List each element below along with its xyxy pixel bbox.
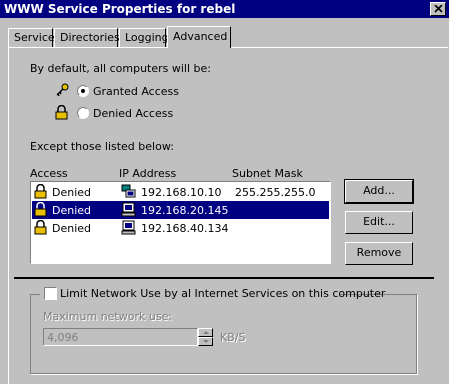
- granted-access-radio[interactable]: [77, 85, 89, 97]
- denied-access-radio[interactable]: [77, 107, 89, 119]
- spin-down-button[interactable]: [198, 337, 213, 346]
- ip-cell: 192.168.10.10: [141, 186, 222, 199]
- limit-network-label[interactable]: Limit Network Use by al Internet Service…: [60, 287, 385, 300]
- remove-button[interactable]: Remove: [345, 242, 413, 265]
- edit-button[interactable]: Edit...: [345, 211, 413, 234]
- column-header-subnet-mask[interactable]: Subnet Mask: [232, 167, 303, 180]
- max-network-input[interactable]: 4,096: [43, 328, 198, 346]
- list-item[interactable]: Denied 192.168.40.134: [32, 219, 329, 237]
- access-cell: Denied: [52, 222, 92, 235]
- window-title: WWW Service Properties for rebel: [4, 2, 236, 16]
- padlock-icon: [55, 105, 68, 120]
- tab-label: Service: [14, 31, 55, 44]
- ip-cell: 192.168.40.134: [141, 222, 229, 235]
- access-list[interactable]: Denied 192.168.10.10 255.255.255.0 Denie…: [30, 181, 331, 264]
- tab-directories[interactable]: Directories: [54, 28, 120, 47]
- close-icon: [434, 5, 443, 13]
- list-item[interactable]: Denied 192.168.20.145: [32, 201, 329, 219]
- group-header: Limit Network Use by al Internet Service…: [40, 287, 385, 301]
- spin-up-button[interactable]: [198, 328, 213, 337]
- key-icon: [56, 83, 69, 97]
- column-header-access[interactable]: Access: [30, 167, 68, 180]
- close-button[interactable]: [430, 2, 446, 16]
- padlock-icon: [34, 220, 47, 235]
- granted-access-label[interactable]: Granted Access: [93, 85, 179, 98]
- access-cell: Denied: [52, 204, 92, 217]
- padlock-icon: [34, 202, 47, 217]
- tab-label: Logging: [125, 31, 169, 44]
- title-bar[interactable]: WWW Service Properties for rebel: [0, 0, 449, 18]
- computer-icon: [121, 202, 136, 217]
- divider: [14, 277, 434, 279]
- tab-label: Directories: [60, 31, 120, 44]
- tab-service[interactable]: Service: [8, 28, 55, 47]
- computer-icon: [121, 220, 136, 235]
- unit-label: KB/S: [220, 331, 246, 344]
- arrow-up-icon: [203, 331, 209, 334]
- max-network-label: Maximum network use:: [43, 310, 173, 323]
- limit-network-checkbox[interactable]: [44, 287, 57, 300]
- mask-cell: 255.255.255.0: [235, 186, 316, 199]
- tab-logging[interactable]: Logging: [119, 28, 169, 47]
- arrow-down-icon: [203, 340, 209, 343]
- tab-label: Advanced: [173, 30, 228, 43]
- default-access-label: By default, all computers will be:: [30, 62, 211, 75]
- computer-group-icon: [121, 184, 136, 198]
- except-label: Except those listed below:: [30, 140, 174, 153]
- tab-advanced[interactable]: Advanced: [167, 26, 231, 48]
- padlock-icon: [34, 184, 47, 199]
- denied-access-label[interactable]: Denied Access: [93, 107, 173, 120]
- ip-cell: 192.168.20.145: [141, 204, 229, 217]
- add-button[interactable]: Add...: [344, 179, 414, 204]
- list-item[interactable]: Denied 192.168.10.10 255.255.255.0: [32, 183, 329, 201]
- access-cell: Denied: [52, 186, 92, 199]
- column-header-ip-address[interactable]: IP Address: [119, 167, 176, 180]
- properties-window: WWW Service Properties for rebel Service…: [0, 0, 449, 384]
